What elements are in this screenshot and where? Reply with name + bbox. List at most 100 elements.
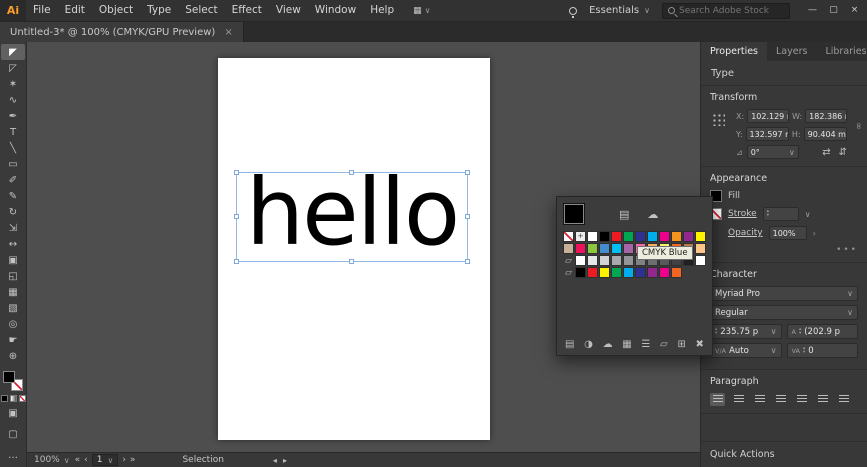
stepper-icon[interactable]: ▴ ▾	[715, 327, 717, 336]
artboard-number-field[interactable]: 1 ∨	[91, 454, 119, 466]
draw-mode-button[interactable]: ▣	[8, 408, 17, 423]
h-field[interactable]: 90.404 mm	[803, 127, 847, 141]
menu-object[interactable]: Object	[92, 0, 140, 21]
close-tab-icon[interactable]: ×	[224, 27, 232, 38]
rotate-tool[interactable]: ↻	[1, 204, 25, 220]
kerning-select[interactable]: V/A Auto ∨	[710, 343, 782, 358]
font-style-select[interactable]: Regular ∨	[710, 305, 858, 320]
menu-select[interactable]: Select	[178, 0, 224, 21]
justify-left-button[interactable]	[773, 393, 788, 406]
last-artboard-icon[interactable]: »	[130, 455, 136, 465]
selection-handle-top-left[interactable]	[234, 170, 239, 175]
opacity-label[interactable]: Opacity	[728, 228, 763, 238]
back-icon[interactable]: ◂	[273, 456, 277, 465]
previous-artboard-icon[interactable]: ‹	[84, 455, 88, 465]
swatch[interactable]	[575, 255, 586, 266]
zoom-tool[interactable]: ⊕	[1, 348, 25, 364]
document-tab[interactable]: Untitled-3* @ 100% (CMYK/GPU Preview) ×	[0, 22, 244, 42]
first-artboard-icon[interactable]: «	[75, 455, 81, 465]
swatch[interactable]	[695, 255, 706, 266]
swatch[interactable]	[599, 243, 610, 254]
flip-vertical-icon[interactable]: ⇵	[839, 147, 847, 158]
swatch[interactable]	[611, 267, 622, 278]
selection-tool[interactable]: ◤	[1, 44, 25, 60]
swatch[interactable]	[587, 231, 598, 242]
lasso-tool[interactable]: ∿	[1, 92, 25, 108]
magic-wand-tool[interactable]: ✶	[1, 76, 25, 92]
swatch[interactable]	[563, 243, 574, 254]
swatch[interactable]	[611, 255, 622, 266]
tracking-field[interactable]: VA ▴ ▾ 0	[786, 343, 858, 358]
swatch[interactable]	[671, 231, 682, 242]
swatch[interactable]	[587, 267, 598, 278]
workspace-switcher[interactable]: Essentials ∨	[589, 5, 650, 16]
swatch[interactable]	[623, 255, 634, 266]
swatch[interactable]	[587, 243, 598, 254]
swatch[interactable]	[623, 243, 634, 254]
swatch-options-icon[interactable]: ☰	[641, 339, 650, 350]
align-left-button[interactable]	[710, 393, 725, 406]
fill-swatch[interactable]	[3, 371, 15, 383]
selection-handle-top-middle[interactable]	[349, 170, 354, 175]
swatch[interactable]	[575, 267, 586, 278]
pen-tool[interactable]: ✒	[1, 108, 25, 124]
leading-field[interactable]: A ▴ ▾ (202.9 p	[786, 324, 858, 339]
new-swatch-icon[interactable]: ⊞	[677, 339, 685, 350]
eyedropper-tool[interactable]: ◎	[1, 316, 25, 332]
menu-window[interactable]: Window	[308, 0, 363, 21]
swatch-libraries-icon[interactable]: ▤	[619, 208, 629, 221]
gradient-tool[interactable]: ▧	[1, 300, 25, 316]
stepper-icon[interactable]: ▴ ▾	[803, 346, 805, 355]
opacity-field[interactable]: 100%	[768, 226, 807, 240]
reference-point-locator-icon[interactable]	[712, 113, 725, 126]
selection-handle-top-right[interactable]	[465, 170, 470, 175]
chevron-right-icon[interactable]: ›	[813, 229, 816, 238]
swatch-registration[interactable]: +	[575, 231, 586, 242]
zoom-control[interactable]: 100% ∨	[34, 455, 70, 465]
type-tool[interactable]: T	[1, 124, 25, 140]
selection-handle-bottom-left[interactable]	[234, 259, 239, 264]
align-right-button[interactable]	[752, 393, 767, 406]
swatch[interactable]	[647, 267, 658, 278]
stroke-weight-field[interactable]: ▴ ▾	[762, 207, 799, 221]
none-button[interactable]	[18, 395, 26, 402]
tab-layers[interactable]: Layers	[767, 42, 816, 61]
tab-properties[interactable]: Properties	[701, 42, 768, 61]
menu-type[interactable]: Type	[140, 0, 178, 21]
swatch[interactable]	[635, 231, 646, 242]
swatch[interactable]	[635, 267, 646, 278]
swatch[interactable]	[659, 267, 670, 278]
arrange-documents-button[interactable]: ▦ ∨	[413, 6, 430, 16]
add-to-library-icon[interactable]: ☁	[603, 339, 613, 350]
swatch[interactable]	[695, 231, 706, 242]
selection-handle-middle-right[interactable]	[465, 214, 470, 219]
menu-edit[interactable]: Edit	[58, 0, 92, 21]
more-options-icon[interactable]: •••	[710, 245, 858, 255]
current-fill-swatch[interactable]	[563, 203, 585, 225]
swatch[interactable]	[695, 243, 706, 254]
swatch[interactable]	[575, 243, 586, 254]
y-field[interactable]: 132.597 m	[745, 127, 789, 141]
color-group-folder-icon[interactable]: ▱	[563, 267, 574, 278]
next-artboard-icon[interactable]: ›	[122, 455, 126, 465]
stepper-icon[interactable]: ▴ ▾	[767, 209, 769, 218]
justify-right-button[interactable]	[815, 393, 830, 406]
color-themes-icon[interactable]: ☁	[647, 208, 658, 221]
color-themes-icon[interactable]: ◑	[584, 339, 593, 350]
swatch-libraries-menu-icon[interactable]: ▤	[565, 339, 574, 350]
pencil-tool[interactable]: ✎	[1, 188, 25, 204]
selection-handle-bottom-middle[interactable]	[349, 259, 354, 264]
swatch[interactable]	[587, 255, 598, 266]
scale-tool[interactable]: ⇲	[1, 220, 25, 236]
menu-file[interactable]: File	[26, 0, 58, 21]
swatch[interactable]	[623, 231, 634, 242]
delete-swatch-icon[interactable]: ✖	[696, 339, 704, 350]
menu-view[interactable]: View	[269, 0, 308, 21]
menu-help[interactable]: Help	[363, 0, 401, 21]
edit-toolbar-button[interactable]: …	[8, 450, 18, 465]
swatch[interactable]	[623, 267, 634, 278]
swatch[interactable]	[599, 255, 610, 266]
selection-handle-middle-left[interactable]	[234, 214, 239, 219]
paintbrush-tool[interactable]: ✐	[1, 172, 25, 188]
forward-icon[interactable]: ▸	[283, 456, 287, 465]
